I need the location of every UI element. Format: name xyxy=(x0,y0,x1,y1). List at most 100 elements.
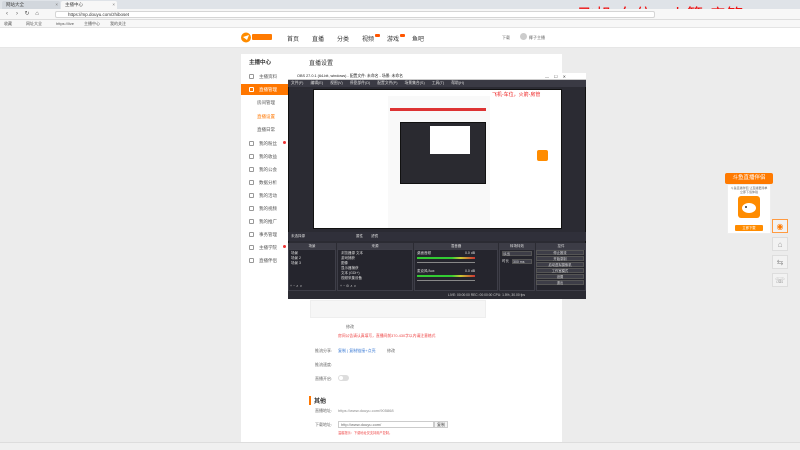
nested-douyu-widget xyxy=(537,150,548,161)
nested-white-frame xyxy=(430,126,470,154)
menu-docks[interactable]: 停靠部件(D) xyxy=(350,81,370,85)
sidebar-item-label: 主播资料 xyxy=(259,74,277,79)
obs-status-bar: LIVE: 00:00:00 REC: 00:00:00 CPU: 1.5%, … xyxy=(288,291,586,299)
duration-field[interactable]: 300 ms xyxy=(512,259,532,264)
user-icon xyxy=(249,74,254,79)
promotion-icon xyxy=(249,219,254,224)
share-link[interactable]: 复制 | 复制链接+点亮 xyxy=(338,348,376,354)
nav-fishbar[interactable]: 鱼吧 xyxy=(412,34,424,43)
mixer-track-name: 桌面音频 xyxy=(417,251,431,255)
notice-box[interactable] xyxy=(310,300,486,318)
nav-category[interactable]: 分类 xyxy=(337,34,349,43)
companion-tag[interactable]: 斗鱼直播伴侣 xyxy=(725,173,773,184)
audio-meter xyxy=(417,275,475,277)
share-icon[interactable]: ⇆ xyxy=(772,255,788,269)
live-toggle[interactable] xyxy=(338,375,349,381)
download-note: 温馨提示：下载地址仅支持用户复制。 xyxy=(338,431,393,435)
service-icon[interactable]: ☏ xyxy=(772,273,788,287)
nav-game[interactable]: 游戏 xyxy=(387,34,406,43)
sidebar-item-label: 直播伴侣 xyxy=(259,258,277,263)
preview-overlay-text: 飞机-车位，火箭-房管 xyxy=(492,92,541,98)
sidebar-subitem-daily[interactable]: 直播日常 xyxy=(257,127,275,133)
share-label: 推流分享: xyxy=(315,348,333,353)
menu-scene-collection[interactable]: 场景集合(S) xyxy=(404,81,424,85)
speed-label: 推流速度: xyxy=(315,362,333,367)
other-section-title: 其他 xyxy=(309,396,326,405)
volume-slider[interactable] xyxy=(417,280,475,281)
douyu-logo[interactable] xyxy=(240,31,274,44)
filters-button[interactable]: 滤镜 xyxy=(371,234,378,239)
address-value[interactable]: https://www.douyu.com/905868 xyxy=(338,408,394,413)
modify-link[interactable]: 修改 xyxy=(346,324,354,330)
tab-site-directory[interactable]: 网站大全 × xyxy=(2,1,60,9)
menu-help[interactable]: 帮助(H) xyxy=(451,81,464,85)
forward-icon[interactable]: › xyxy=(14,11,20,17)
mixer-track-db: 0.0 dB xyxy=(465,251,476,255)
settings-button[interactable]: 设置 xyxy=(536,274,584,279)
guild-icon xyxy=(249,167,254,172)
browser-status-bar xyxy=(0,442,800,450)
source-item[interactable]: 视频采集设备 xyxy=(341,276,362,281)
sidebar-item-label: 我的推广 xyxy=(259,219,277,224)
sidebar-item-label: 数据分析 xyxy=(259,180,277,185)
tab-label: 主播中心 xyxy=(65,2,83,7)
transition-select[interactable]: 淡出 xyxy=(502,251,532,256)
home-icon[interactable]: ⌂ xyxy=(34,11,40,17)
sidebar-item-label: 直播管理 xyxy=(259,87,277,92)
back-icon[interactable]: ‹ xyxy=(4,11,10,17)
studio-mode-button[interactable]: 工作室模式 xyxy=(536,268,584,273)
nav-video[interactable]: 视频 xyxy=(362,34,381,43)
window-controls[interactable]: —☐✕ xyxy=(545,74,571,79)
avatar[interactable] xyxy=(520,33,527,40)
scene-item[interactable]: 场景 3 xyxy=(291,261,301,266)
sidebar-item-label: 事务管理 xyxy=(259,232,277,237)
menu-file[interactable]: 文件(F) xyxy=(291,81,303,85)
refresh-icon[interactable]: ↻ xyxy=(24,11,30,17)
start-recording-button[interactable]: 开始录制 xyxy=(536,256,584,261)
companion-app-icon xyxy=(738,196,760,218)
bookmark-item[interactable]: https://live xyxy=(56,21,74,26)
tab-streamer-center[interactable]: 主播中心 × xyxy=(61,1,117,9)
notification-dot xyxy=(283,141,286,144)
activity-icon xyxy=(249,193,254,198)
menu-edit[interactable]: 编辑(E) xyxy=(310,81,323,85)
sidebar-subitem-room[interactable]: 房间管理 xyxy=(257,100,275,106)
sidebar-item-label: 主播学院 xyxy=(259,245,277,250)
download-url-field[interactable]: http://www.douyu.com/ xyxy=(338,421,434,428)
notification-dot xyxy=(283,245,286,248)
toggle-label: 直播开启: xyxy=(315,376,333,381)
mixer-track-db: 0.0 dB xyxy=(465,269,476,273)
fish-icon xyxy=(742,203,756,213)
companion-download-button[interactable]: 立即下载 xyxy=(735,225,763,231)
record-icon[interactable]: ◉ xyxy=(772,219,788,233)
volume-slider[interactable] xyxy=(417,262,475,263)
scene-controls[interactable]: + − ∧ ∨ xyxy=(290,284,302,288)
close-icon[interactable]: × xyxy=(112,2,115,7)
bookmark-item[interactable]: 主播中心 xyxy=(84,21,100,27)
bookmark-item[interactable]: 收藏 xyxy=(4,21,12,27)
menu-tools[interactable]: 工具(T) xyxy=(432,81,444,85)
sidebar-subitem-live-settings[interactable]: 直播设置 xyxy=(257,114,275,120)
nav-label: 视频 xyxy=(362,37,375,43)
menu-profile[interactable]: 配置文件(P) xyxy=(377,81,397,85)
nav-live[interactable]: 直播 xyxy=(312,34,324,43)
source-controls[interactable]: + − ⚙ ∧ ∨ xyxy=(340,284,356,288)
properties-button[interactable]: 属性 xyxy=(356,234,363,239)
nav-home[interactable]: 首页 xyxy=(287,34,299,43)
copy-button[interactable]: 复制 xyxy=(434,421,448,428)
home-icon[interactable]: ⌂ xyxy=(772,237,788,251)
stop-streaming-button[interactable]: 停止推流 xyxy=(536,250,584,255)
exit-button[interactable]: 退出 xyxy=(536,280,584,285)
share-modify-button[interactable]: 修改 xyxy=(387,348,395,354)
close-icon[interactable]: × xyxy=(55,2,58,7)
menu-view[interactable]: 视图(V) xyxy=(330,81,343,85)
user-name[interactable]: 椰子主播 xyxy=(529,35,545,41)
obs-menu-bar: 文件(F) 编辑(E) 视图(V) 停靠部件(D) 配置文件(P) 场景集合(S) 工具(T… xyxy=(288,80,586,87)
bookmark-item[interactable]: 我的关注 xyxy=(110,21,126,27)
bookmark-item[interactable]: 网址大全 xyxy=(26,21,42,27)
tab-label: 网站大全 xyxy=(6,2,24,7)
download-label: 下载地址: xyxy=(315,422,333,427)
download-link[interactable]: 下载 xyxy=(502,35,510,41)
virtual-camera-button[interactable]: 启动虚拟摄像机 xyxy=(536,262,584,267)
url-input[interactable]: https://mp.douyu.com/zhiboset xyxy=(55,11,655,18)
